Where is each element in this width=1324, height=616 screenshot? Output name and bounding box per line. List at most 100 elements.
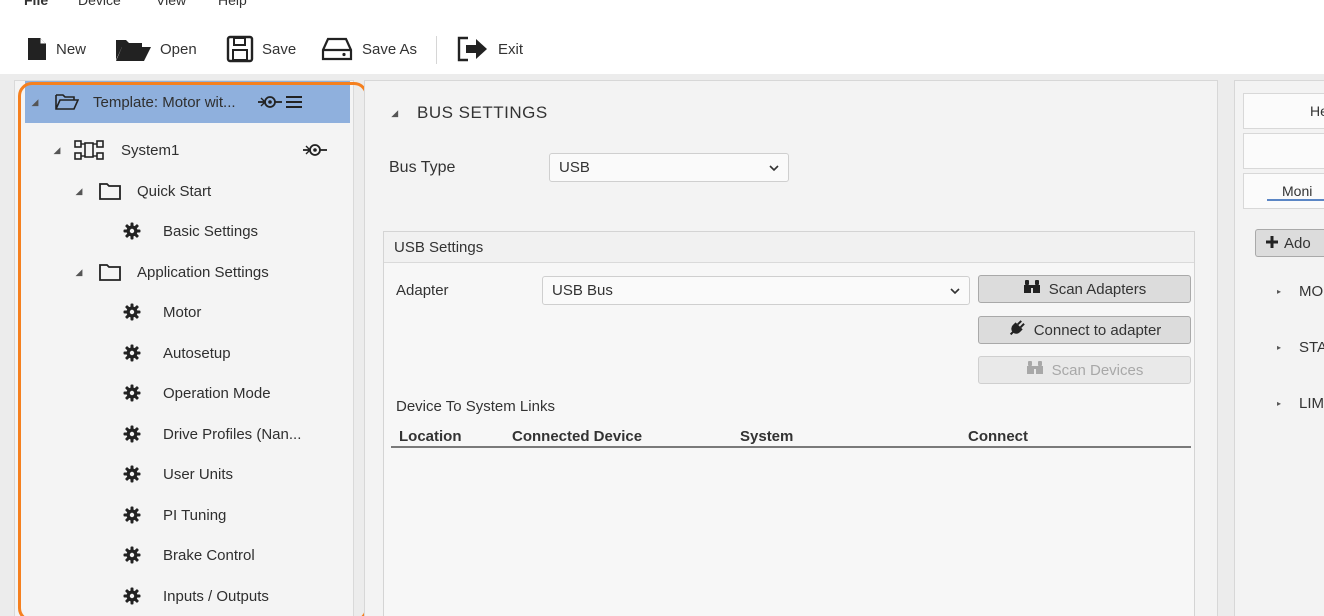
connect-adapter-label: Connect to adapter [1033, 321, 1162, 339]
save-button[interactable]: Save [226, 28, 296, 70]
bus-settings-header[interactable]: ◢ BUS SETTINGS [389, 103, 548, 123]
exit-icon [456, 35, 490, 63]
group-title: USB Settings [384, 232, 1194, 263]
hamburger-menu-icon[interactable] [285, 95, 302, 109]
exit-button[interactable]: Exit [456, 28, 523, 70]
tree-item-pi-tuning[interactable]: PI Tuning [15, 495, 341, 535]
menu-help[interactable]: Help [218, 0, 247, 8]
gear-icon [123, 506, 141, 524]
system-icon [73, 139, 105, 161]
collapse-caret-icon[interactable]: ◢ [73, 267, 85, 278]
menu-file[interactable]: File [24, 0, 48, 8]
chevron-down-icon [768, 161, 780, 178]
scan-devices-button[interactable]: Scan Devices [978, 356, 1191, 384]
tree-item-label: System1 [121, 141, 180, 159]
gear-icon [123, 303, 141, 321]
monitor-item-label: MO [1299, 283, 1324, 300]
adapter-value: USB Bus [552, 282, 613, 299]
monitor-item[interactable]: ▸ STA [1273, 339, 1324, 356]
gear-icon [123, 546, 141, 564]
new-button[interactable]: New [26, 28, 86, 70]
workspace: ◢ Template: Motor wit... ◢ System1 ◢ Qui… [0, 74, 1324, 616]
adapter-select[interactable]: USB Bus [542, 276, 970, 305]
scan-adapters-button[interactable]: Scan Adapters [978, 275, 1191, 303]
expand-caret-icon[interactable]: ▸ [1273, 287, 1285, 296]
connect-adapter-button[interactable]: Connect to adapter [978, 316, 1191, 344]
tree-item-label: Basic Settings [163, 222, 259, 240]
column-system[interactable]: System [740, 428, 793, 445]
add-button[interactable]: Ado [1255, 229, 1324, 257]
menu-view[interactable]: View [156, 0, 186, 8]
column-connect[interactable]: Connect [968, 428, 1028, 445]
gear-icon [123, 425, 141, 443]
tree-item-basic-settings[interactable]: Basic Settings [15, 211, 341, 251]
save-label: Save [262, 40, 297, 58]
tree-item-application-settings[interactable]: ◢ Application Settings [15, 252, 341, 292]
tree-item-label: Operation Mode [163, 384, 271, 402]
tree-item-label: Brake Control [163, 546, 255, 564]
save-icon [226, 35, 254, 63]
monitor-item[interactable]: ▸ LIM [1273, 395, 1324, 412]
tab-label: He [1310, 103, 1324, 119]
bus-type-label: Bus Type [389, 159, 456, 176]
tree-item-autosetup[interactable]: Autosetup [15, 333, 341, 373]
monitor-item-label: LIM [1299, 395, 1324, 412]
gear-icon [123, 384, 141, 402]
toolbar-divider [436, 36, 437, 64]
collapse-caret-icon[interactable]: ◢ [51, 145, 63, 156]
monitor-item[interactable]: ▸ MO [1273, 283, 1323, 300]
tree-item-brake-control[interactable]: Brake Control [15, 535, 341, 575]
tree-item-user-units[interactable]: User Units [15, 454, 341, 494]
expand-caret-icon[interactable]: ▸ [1273, 343, 1285, 352]
tree-item-operation-mode[interactable]: Operation Mode [15, 373, 341, 413]
folder-icon [99, 182, 121, 200]
bus-type-select[interactable]: USB [549, 153, 789, 182]
active-tab-underline [1267, 199, 1324, 201]
tree-item-label: Inputs / Outputs [163, 587, 269, 605]
tree-item-label: Template: Motor wit... [93, 93, 236, 111]
collapse-caret-icon[interactable]: ◢ [73, 186, 85, 197]
column-connected-device[interactable]: Connected Device [512, 428, 642, 445]
section-title: BUS SETTINGS [417, 103, 548, 122]
tab-top[interactable]: He [1243, 93, 1324, 129]
folder-icon [99, 263, 121, 281]
tree-item-template[interactable]: ◢ Template: Motor wit... [25, 81, 350, 123]
tree-item-system1[interactable]: ◢ System1 [15, 130, 341, 170]
new-file-icon [26, 37, 48, 61]
plug-icon [1008, 319, 1026, 341]
chevron-down-icon [949, 284, 961, 301]
tab-monitor[interactable]: Moni [1243, 173, 1324, 209]
column-location[interactable]: Location [399, 428, 462, 445]
tree-item-quick-start[interactable]: ◢ Quick Start [15, 171, 341, 211]
gear-icon [123, 222, 141, 240]
tree-item-label: Motor [163, 303, 202, 321]
tab-blank[interactable] [1243, 133, 1324, 169]
bus-settings-panel: ◢ BUS SETTINGS Bus Type USB USB Settings… [364, 80, 1218, 616]
tree-item-drive-profiles[interactable]: Drive Profiles (Nan... [15, 414, 341, 454]
scan-adapters-label: Scan Adapters [1048, 280, 1147, 298]
expand-caret-icon[interactable]: ▸ [1273, 399, 1285, 408]
exit-label: Exit [498, 40, 524, 58]
tree-item-label: Drive Profiles (Nan... [163, 425, 302, 443]
menu-device[interactable]: Device [78, 0, 121, 8]
project-tree: ◢ Template: Motor wit... ◢ System1 ◢ Qui… [14, 80, 354, 616]
open-button[interactable]: Open [114, 28, 197, 70]
monitor-panel: He Moni Ado ▸ MO ▸ STA ▸ LIM [1234, 80, 1324, 616]
gear-icon [123, 344, 141, 362]
tree-item-label: Quick Start [137, 182, 212, 200]
save-as-label: Save As [362, 40, 418, 58]
open-label: Open [160, 40, 197, 58]
binoculars-icon [1023, 279, 1041, 299]
add-label: Ado [1284, 234, 1311, 252]
menu-bar: File Device View Help [0, 0, 1324, 12]
plus-icon [1266, 235, 1278, 252]
link-node-icon[interactable] [257, 92, 282, 112]
link-node-icon[interactable] [303, 140, 328, 160]
save-as-button[interactable]: Save As [320, 28, 417, 70]
collapse-caret-icon[interactable]: ◢ [389, 108, 401, 119]
tab-label: Moni [1282, 183, 1313, 199]
folder-open-icon [55, 93, 79, 111]
tree-item-motor[interactable]: Motor [15, 292, 341, 332]
collapse-caret-icon[interactable]: ◢ [29, 97, 41, 108]
tree-item-inputs-outputs[interactable]: Inputs / Outputs [15, 576, 341, 616]
